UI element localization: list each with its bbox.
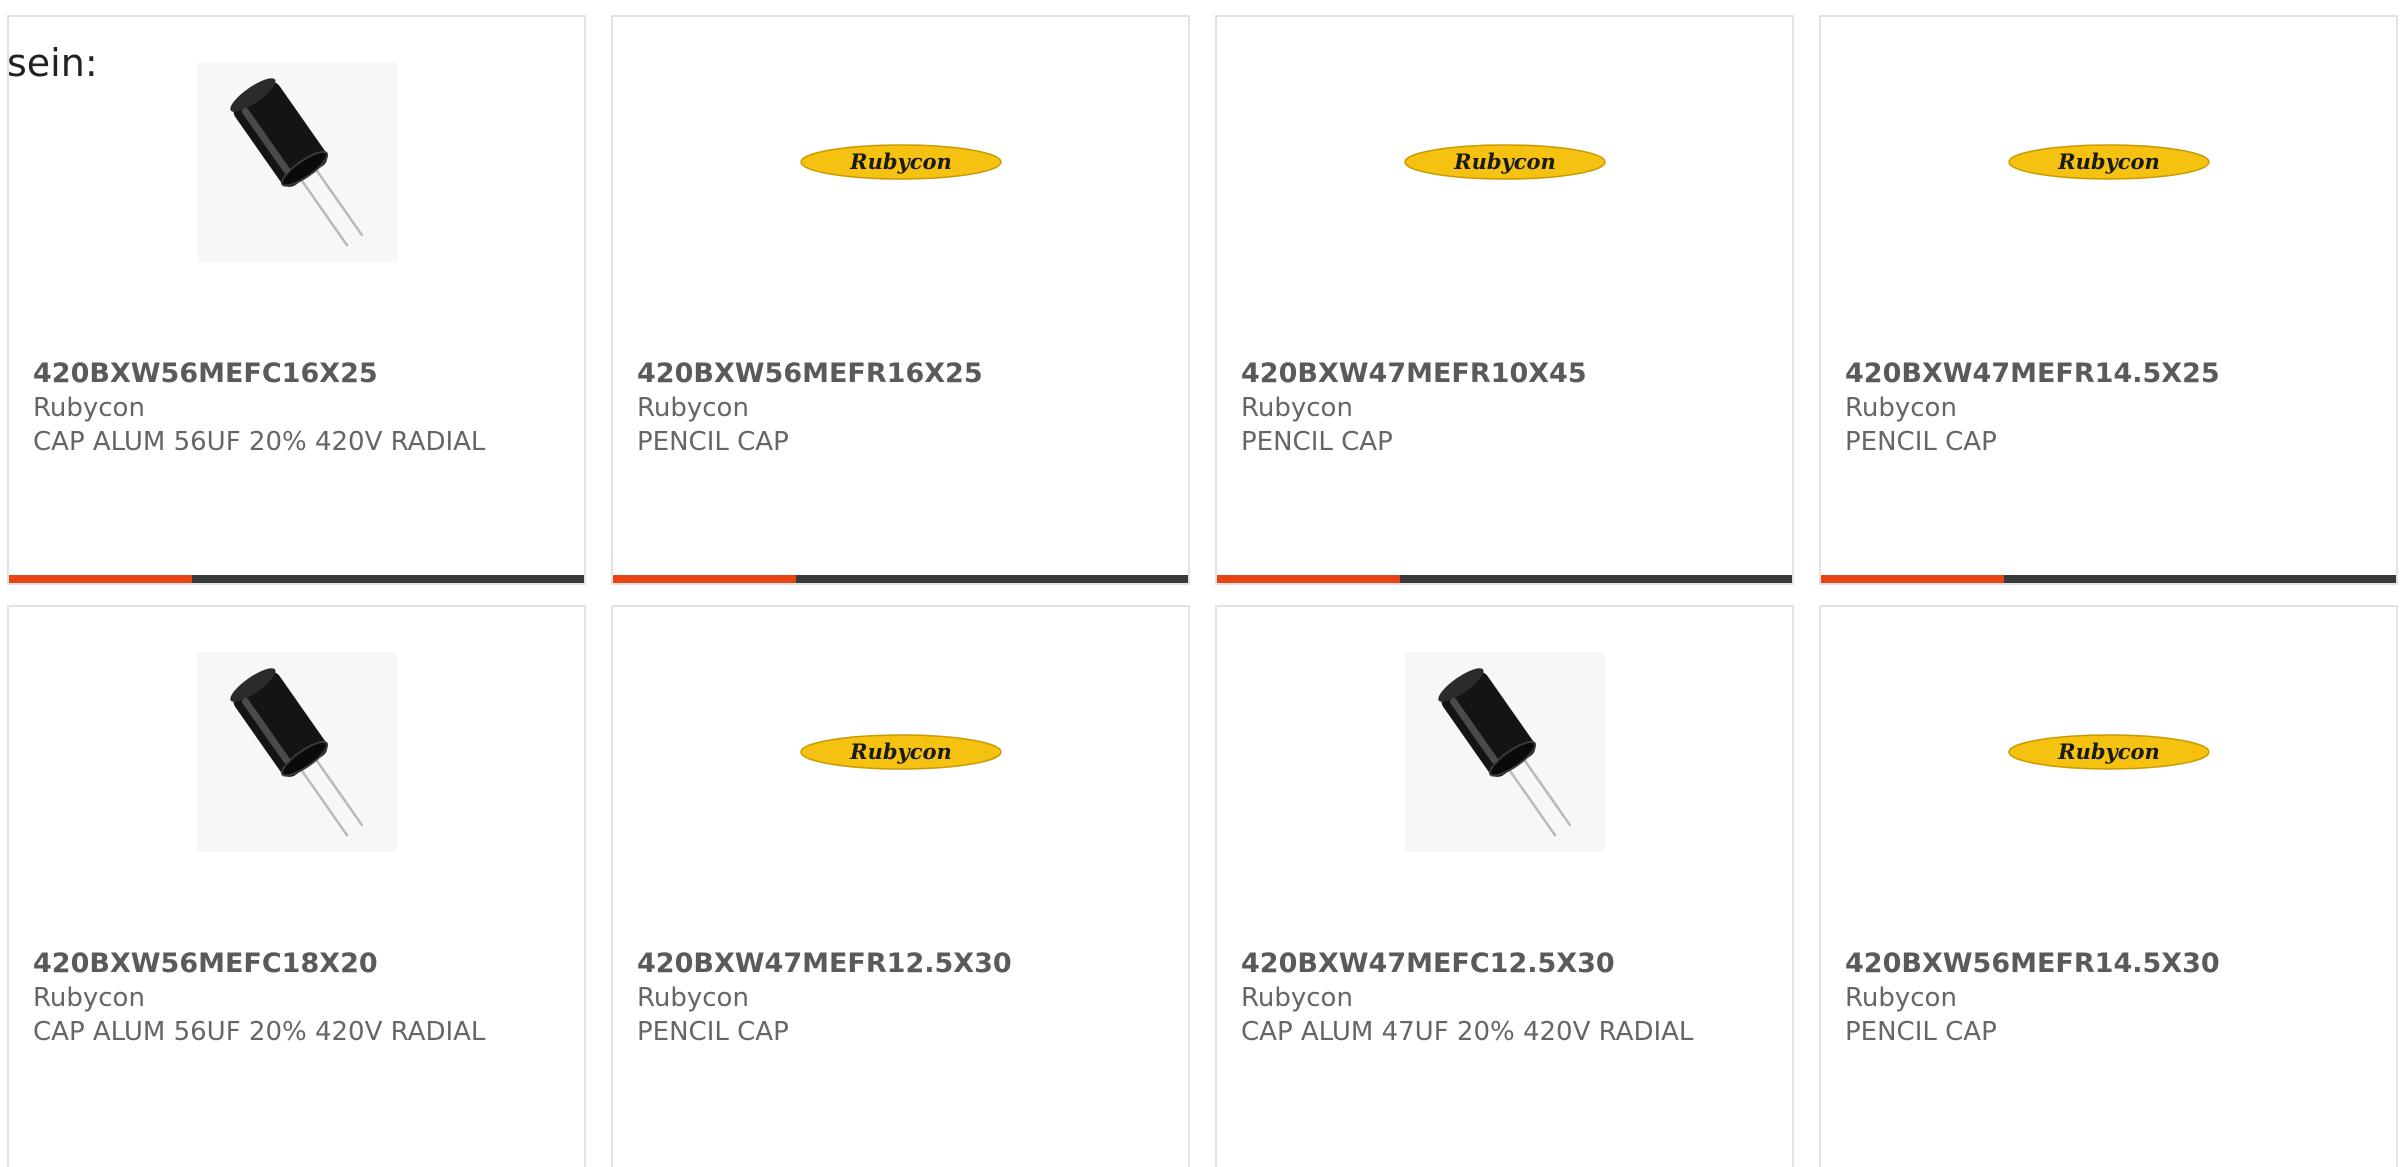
manufacturer: Rubycon bbox=[1241, 393, 1353, 423]
rubycon-logo: Rubycon bbox=[1403, 144, 1606, 180]
rubycon-logo: Rubycon bbox=[2007, 144, 2210, 180]
product-image: Rubycon bbox=[613, 62, 1188, 262]
product-info: 420BXW56MEFR16X25 Rubycon PENCIL CAP bbox=[637, 357, 1168, 459]
product-description: PENCIL CAP bbox=[637, 427, 789, 457]
part-number-link[interactable]: 420BXW56MEFR14.5X30 bbox=[1845, 947, 2376, 981]
manufacturer: Rubycon bbox=[1845, 983, 1957, 1013]
heading-fragment: sein: bbox=[7, 41, 98, 85]
manufacturer: Rubycon bbox=[33, 393, 145, 423]
card-footer-accent bbox=[9, 575, 192, 583]
product-card[interactable]: 420BXW47MEFC12.5X30 Rubycon CAP ALUM 47U… bbox=[1215, 605, 1794, 1167]
product-card[interactable]: Rubycon 420BXW56MEFR16X25 Rubycon PENCIL… bbox=[611, 15, 1190, 585]
part-number-link[interactable]: 420BXW47MEFC12.5X30 bbox=[1241, 947, 1772, 981]
logo-text: Rubycon bbox=[849, 149, 952, 174]
product-image: Rubycon bbox=[1821, 652, 2396, 852]
capacitor-photo bbox=[1404, 652, 1605, 852]
logo-text: Rubycon bbox=[849, 739, 952, 764]
manufacturer: Rubycon bbox=[33, 983, 145, 1013]
card-footer-accent bbox=[613, 575, 796, 583]
card-footer-bar bbox=[613, 575, 1188, 583]
product-description: CAP ALUM 56UF 20% 420V RADIAL bbox=[33, 427, 486, 457]
card-footer-bar bbox=[9, 575, 584, 583]
product-image bbox=[1217, 652, 1792, 852]
manufacturer: Rubycon bbox=[1241, 983, 1353, 1013]
rubycon-logo: Rubycon bbox=[799, 734, 1002, 770]
product-image: Rubycon bbox=[1821, 62, 2396, 262]
logo-text: Rubycon bbox=[1453, 149, 1556, 174]
product-description: CAP ALUM 47UF 20% 420V RADIAL bbox=[1241, 1017, 1694, 1047]
manufacturer: Rubycon bbox=[637, 983, 749, 1013]
page: sein: 420BXW56MEFC16X25 Rubycon CAP ALUM… bbox=[0, 0, 2400, 1167]
manufacturer: Rubycon bbox=[1845, 393, 1957, 423]
rubycon-logo: Rubycon bbox=[799, 144, 1002, 180]
manufacturer: Rubycon bbox=[637, 393, 749, 423]
product-card[interactable]: Rubycon 420BXW56MEFR14.5X30 Rubycon PENC… bbox=[1819, 605, 2398, 1167]
part-number-link[interactable]: 420BXW56MEFC16X25 bbox=[33, 357, 564, 391]
product-info: 420BXW47MEFC12.5X30 Rubycon CAP ALUM 47U… bbox=[1241, 947, 1772, 1049]
card-footer-bar bbox=[1821, 575, 2396, 583]
product-card[interactable]: 420BXW56MEFC16X25 Rubycon CAP ALUM 56UF … bbox=[7, 15, 586, 585]
product-description: PENCIL CAP bbox=[1845, 1017, 1997, 1047]
product-description: CAP ALUM 56UF 20% 420V RADIAL bbox=[33, 1017, 486, 1047]
part-number-link[interactable]: 420BXW56MEFR16X25 bbox=[637, 357, 1168, 391]
capacitor-photo bbox=[196, 62, 397, 262]
product-description: PENCIL CAP bbox=[1845, 427, 1997, 457]
product-description: PENCIL CAP bbox=[1241, 427, 1393, 457]
product-description: PENCIL CAP bbox=[637, 1017, 789, 1047]
product-image bbox=[9, 652, 584, 852]
product-image: Rubycon bbox=[1217, 62, 1792, 262]
product-image: Rubycon bbox=[613, 652, 1188, 852]
product-info: 420BXW47MEFR12.5X30 Rubycon PENCIL CAP bbox=[637, 947, 1168, 1049]
product-info: 420BXW56MEFC18X20 Rubycon CAP ALUM 56UF … bbox=[33, 947, 564, 1049]
rubycon-logo: Rubycon bbox=[2007, 734, 2210, 770]
capacitor-photo bbox=[196, 652, 397, 852]
product-image bbox=[9, 62, 584, 262]
product-info: 420BXW56MEFC16X25 Rubycon CAP ALUM 56UF … bbox=[33, 357, 564, 459]
card-footer-accent bbox=[1217, 575, 1400, 583]
card-footer-bar bbox=[1217, 575, 1792, 583]
product-card[interactable]: 420BXW56MEFC18X20 Rubycon CAP ALUM 56UF … bbox=[7, 605, 586, 1167]
product-card[interactable]: Rubycon 420BXW47MEFR14.5X25 Rubycon PENC… bbox=[1819, 15, 2398, 585]
product-info: 420BXW47MEFR14.5X25 Rubycon PENCIL CAP bbox=[1845, 357, 2376, 459]
part-number-link[interactable]: 420BXW47MEFR10X45 bbox=[1241, 357, 1772, 391]
logo-text: Rubycon bbox=[2057, 739, 2160, 764]
product-card[interactable]: Rubycon 420BXW47MEFR12.5X30 Rubycon PENC… bbox=[611, 605, 1190, 1167]
card-footer-accent bbox=[1821, 575, 2004, 583]
logo-text: Rubycon bbox=[2057, 149, 2160, 174]
part-number-link[interactable]: 420BXW47MEFR14.5X25 bbox=[1845, 357, 2376, 391]
product-info: 420BXW56MEFR14.5X30 Rubycon PENCIL CAP bbox=[1845, 947, 2376, 1049]
product-info: 420BXW47MEFR10X45 Rubycon PENCIL CAP bbox=[1241, 357, 1772, 459]
product-card[interactable]: Rubycon 420BXW47MEFR10X45 Rubycon PENCIL… bbox=[1215, 15, 1794, 585]
part-number-link[interactable]: 420BXW56MEFC18X20 bbox=[33, 947, 564, 981]
part-number-link[interactable]: 420BXW47MEFR12.5X30 bbox=[637, 947, 1168, 981]
